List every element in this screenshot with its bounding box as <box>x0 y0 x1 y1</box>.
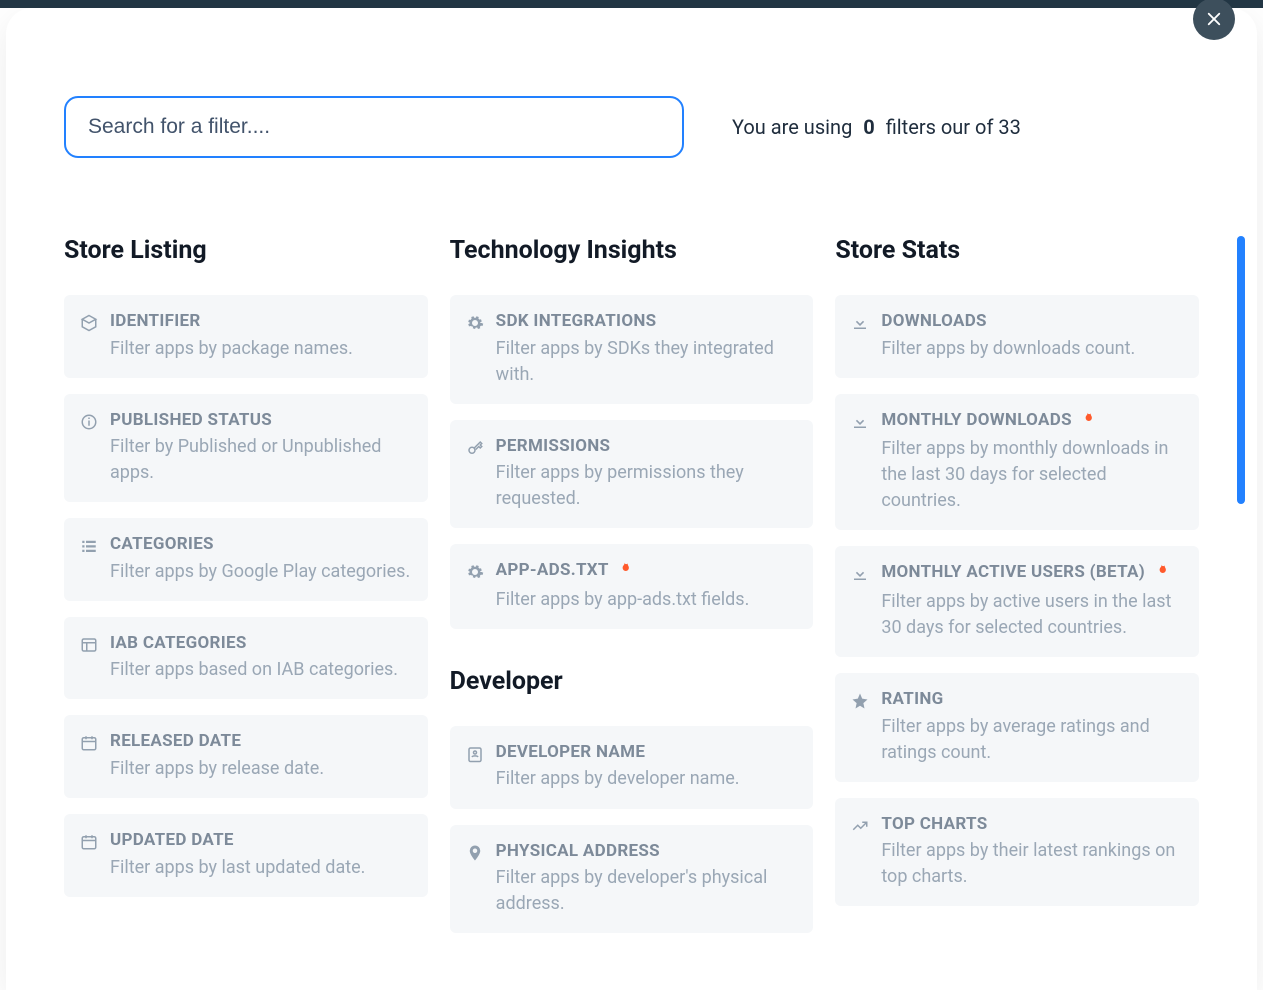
chart-icon <box>851 817 869 835</box>
filter-card-categories[interactable]: CATEGORIES Filter apps by Google Play ca… <box>64 518 428 601</box>
filter-count-suffix: filters our of 33 <box>886 115 1021 139</box>
filter-desc: Filter apps by their latest rankings on … <box>881 838 1183 890</box>
gear-icon <box>466 314 484 332</box>
filter-desc: Filter apps by Google Play categories. <box>110 559 412 585</box>
download-icon <box>851 565 869 583</box>
filter-desc: Filter apps by developer's physical addr… <box>496 865 798 917</box>
backdrop-bar <box>0 0 1263 8</box>
filter-desc: Filter by Published or Unpublished apps. <box>110 434 412 486</box>
fire-icon <box>617 560 632 586</box>
filter-columns: Store Listing IDENTIFIER Filter apps by … <box>64 236 1199 896</box>
filter-title: UPDATED DATE <box>110 828 412 854</box>
filter-title: CATEGORIES <box>110 532 412 558</box>
filter-card-mau[interactable]: MONTHLY ACTIVE USERS (BETA) Filter apps … <box>835 546 1199 657</box>
filter-title: RATING <box>881 687 1183 713</box>
filter-card-downloads[interactable]: DOWNLOADS Filter apps by downloads count… <box>835 295 1199 378</box>
scroll-thumb[interactable] <box>1237 236 1245 504</box>
filter-desc: Filter apps by permissions they requeste… <box>496 460 798 512</box>
filter-count-summary: You are using 0 filters our of 33 <box>732 115 1021 139</box>
filter-title: IAB CATEGORIES <box>110 631 412 657</box>
section-title-store-listing: Store Listing <box>64 236 428 265</box>
key-icon <box>466 439 484 457</box>
section-title-developer: Developer <box>450 667 814 696</box>
filter-title: PUBLISHED STATUS <box>110 408 412 434</box>
scrollbar[interactable] <box>1237 236 1245 876</box>
filter-desc: Filter apps by average ratings and ratin… <box>881 714 1183 766</box>
filter-desc: Filter apps by SDKs they integrated with… <box>496 336 798 388</box>
column-tech-developer: Technology Insights SDK INTEGRATIONS Fil… <box>450 236 814 896</box>
id-icon <box>466 745 484 763</box>
star-icon <box>851 692 869 710</box>
pin-icon <box>466 844 484 862</box>
filter-desc: Filter apps by last updated date. <box>110 855 412 881</box>
download-icon <box>851 314 869 332</box>
column-store-listing: Store Listing IDENTIFIER Filter apps by … <box>64 236 428 896</box>
filter-card-developer-name[interactable]: DEVELOPER NAME Filter apps by developer … <box>450 726 814 809</box>
filter-card-sdk-integrations[interactable]: SDK INTEGRATIONS Filter apps by SDKs the… <box>450 295 814 404</box>
info-icon <box>80 413 98 431</box>
grid-icon <box>80 636 98 654</box>
modal-header: You are using 0 filters our of 33 <box>64 96 1199 158</box>
filter-count-number: 0 <box>863 115 874 139</box>
gear-icon <box>466 563 484 581</box>
filter-title: TOP CHARTS <box>881 812 1183 838</box>
filter-title: APP-ADS.TXT <box>496 558 798 586</box>
filter-card-top-charts[interactable]: TOP CHARTS Filter apps by their latest r… <box>835 798 1199 907</box>
filter-title: IDENTIFIER <box>110 309 412 335</box>
download-icon <box>851 413 869 431</box>
list-icon <box>80 537 98 555</box>
filter-desc: Filter apps by developer name. <box>496 766 798 792</box>
filter-title: DEVELOPER NAME <box>496 740 798 766</box>
filter-title: PERMISSIONS <box>496 434 798 460</box>
calendar-icon <box>80 734 98 752</box>
filter-desc: Filter apps by downloads count. <box>881 336 1183 362</box>
filter-title: MONTHLY ACTIVE USERS (BETA) <box>881 560 1183 588</box>
filter-title: DOWNLOADS <box>881 309 1183 335</box>
box-icon <box>80 314 98 332</box>
section-title-store-stats: Store Stats <box>835 236 1199 265</box>
filter-desc: Filter apps by monthly downloads in the … <box>881 436 1183 514</box>
filter-card-permissions[interactable]: PERMISSIONS Filter apps by permissions t… <box>450 420 814 529</box>
calendar-icon <box>80 833 98 851</box>
filter-card-published-status[interactable]: PUBLISHED STATUS Filter by Published or … <box>64 394 428 503</box>
filter-card-released-date[interactable]: RELEASED DATE Filter apps by release dat… <box>64 715 428 798</box>
filter-desc: Filter apps by active users in the last … <box>881 589 1183 641</box>
filter-card-rating[interactable]: RATING Filter apps by average ratings an… <box>835 673 1199 782</box>
filter-title: MONTHLY DOWNLOADS <box>881 408 1183 436</box>
filter-card-physical-address[interactable]: PHYSICAL ADDRESS Filter apps by develope… <box>450 825 814 934</box>
filter-count-prefix: You are using <box>732 115 852 139</box>
filter-title: PHYSICAL ADDRESS <box>496 839 798 865</box>
filter-title: SDK INTEGRATIONS <box>496 309 798 335</box>
search-input[interactable] <box>64 96 684 158</box>
filter-desc: Filter apps by app-ads.txt fields. <box>496 587 798 613</box>
close-button[interactable] <box>1193 0 1235 40</box>
filter-title: RELEASED DATE <box>110 729 412 755</box>
filter-modal: You are using 0 filters our of 33 Store … <box>6 8 1257 990</box>
filter-desc: Filter apps by release date. <box>110 756 412 782</box>
column-store-stats: Store Stats DOWNLOADS Filter apps by dow… <box>835 236 1199 896</box>
close-icon <box>1205 10 1223 28</box>
fire-icon <box>1154 562 1169 588</box>
filter-card-monthly-downloads[interactable]: MONTHLY DOWNLOADS Filter apps by monthly… <box>835 394 1199 531</box>
filter-desc: Filter apps by package names. <box>110 336 412 362</box>
filter-card-updated-date[interactable]: UPDATED DATE Filter apps by last updated… <box>64 814 428 897</box>
filter-card-iab-categories[interactable]: IAB CATEGORIES Filter apps based on IAB … <box>64 617 428 700</box>
fire-icon <box>1080 410 1095 436</box>
filter-card-app-ads-txt[interactable]: APP-ADS.TXT Filter apps by app-ads.txt f… <box>450 544 814 629</box>
filter-desc: Filter apps based on IAB categories. <box>110 657 412 683</box>
section-title-technology-insights: Technology Insights <box>450 236 814 265</box>
filter-card-identifier[interactable]: IDENTIFIER Filter apps by package names. <box>64 295 428 378</box>
